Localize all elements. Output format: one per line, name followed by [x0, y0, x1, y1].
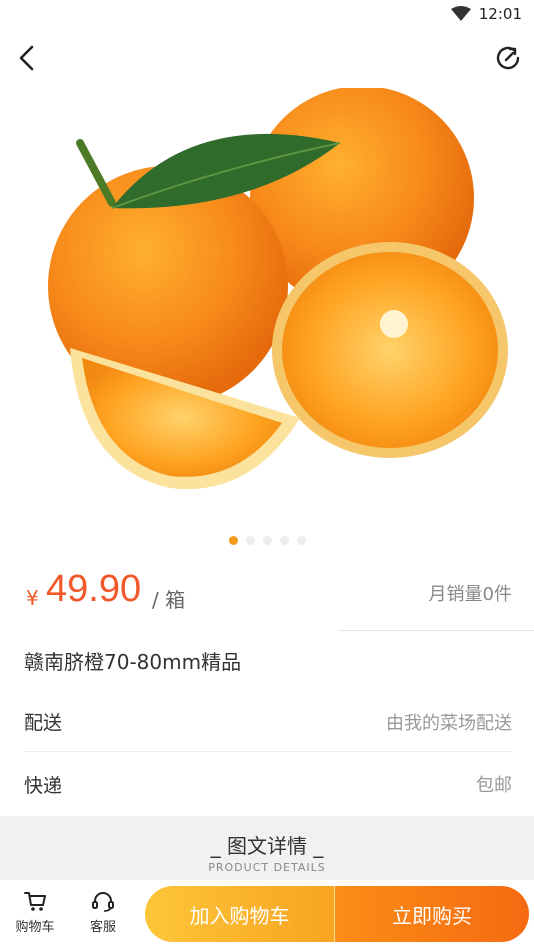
delivery-row[interactable]: 配送 由我的菜场配送: [24, 692, 512, 752]
status-bar: 12:01: [0, 0, 534, 28]
nav-bar: [0, 28, 534, 88]
delivery-label: 配送: [24, 712, 63, 734]
express-row[interactable]: 快递 包邮: [24, 754, 512, 814]
back-button[interactable]: [10, 40, 42, 76]
product-price: 49.90: [46, 568, 142, 610]
carousel-indicators: [0, 536, 534, 545]
carousel-dot[interactable]: [262, 536, 272, 545]
carousel-dot[interactable]: [245, 536, 255, 545]
back-arrow-icon: [19, 45, 34, 71]
carousel-dot[interactable]: [296, 536, 306, 545]
status-time: 12:01: [478, 5, 522, 23]
product-details-header: _ 图文详情 _ PRODUCT DETAILS: [0, 816, 534, 880]
express-value: 包邮: [476, 775, 512, 796]
details-subtitle: PRODUCT DETAILS: [208, 861, 326, 874]
currency-symbol: ¥: [26, 586, 39, 610]
divider: [338, 630, 534, 631]
cart-tab[interactable]: 购物车: [6, 890, 64, 935]
cart-label: 购物车: [15, 920, 55, 935]
details-title: _ 图文详情 _: [210, 834, 324, 858]
price-unit: / 箱: [152, 588, 186, 612]
service-label: 客服: [89, 920, 116, 935]
share-button[interactable]: [490, 40, 526, 76]
carousel-dot[interactable]: [279, 536, 289, 545]
purchase-button-group: 加入购物车 立即购买: [145, 886, 529, 942]
delivery-value: 由我的菜场配送: [386, 712, 512, 734]
bottom-action-bar: 购物车 客服 加入购物车 立即购买: [0, 880, 534, 949]
add-to-cart-button[interactable]: 加入购物车: [145, 886, 335, 942]
wifi-icon: [450, 6, 471, 21]
buy-now-button[interactable]: 立即购买: [335, 886, 529, 942]
monthly-sales: 月销量0件: [428, 584, 512, 605]
customer-service-tab[interactable]: 客服: [74, 890, 132, 935]
product-name: 赣南脐橙70-80mm精品: [24, 650, 242, 674]
price-row: ¥ 49.90 / 箱 月销量0件: [0, 568, 534, 618]
oranges-image: [48, 86, 508, 490]
cart-icon: [24, 892, 46, 911]
express-label: 快递: [24, 774, 63, 797]
share-refresh-icon: [496, 46, 520, 70]
product-image-gallery[interactable]: [20, 86, 514, 558]
headset-icon: [92, 892, 114, 912]
carousel-dot-active[interactable]: [228, 536, 238, 545]
